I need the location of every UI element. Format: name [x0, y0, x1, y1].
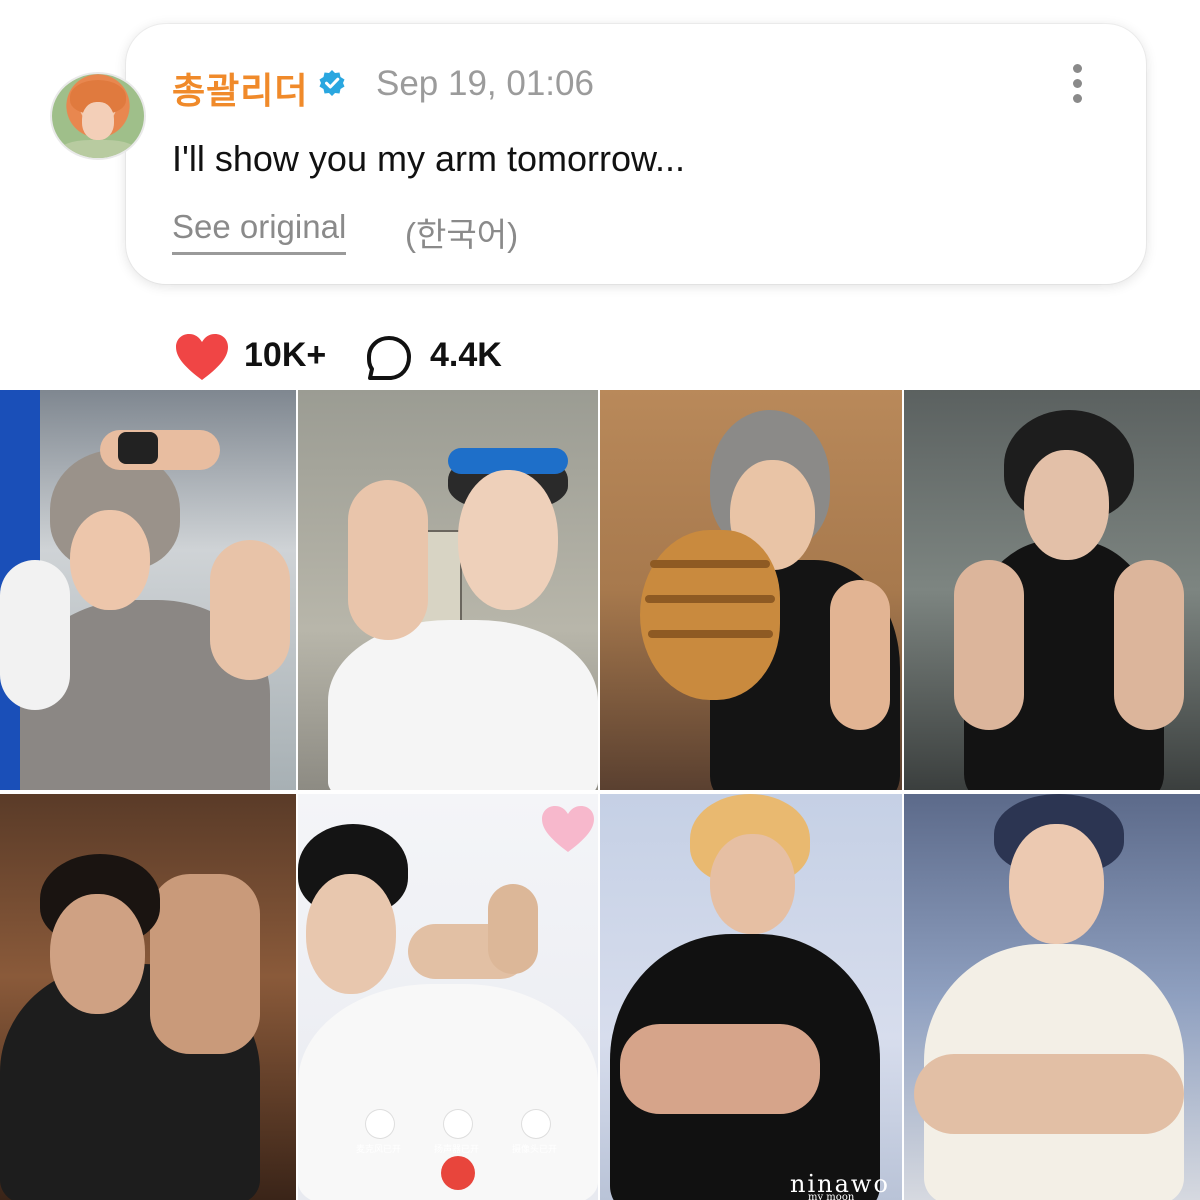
more-vertical-icon[interactable] [1066, 62, 1090, 106]
author-name[interactable]: 총괄리더 [172, 62, 308, 114]
photo-7[interactable]: ninawo my moon [600, 794, 902, 1200]
photo-4[interactable] [904, 390, 1200, 790]
photo-watermark-sub: my moon [808, 1192, 855, 1200]
avatar-shirt [58, 140, 138, 158]
photo-3[interactable] [600, 390, 902, 790]
photo-grid: 麦克风已开 扬声器已开 摄像头已开 ninawo my moon [0, 390, 1200, 1200]
avatar-face [82, 102, 114, 140]
verified-badge-icon [319, 70, 345, 96]
call-label: 麦克风已开 [356, 1144, 402, 1154]
heart-icon[interactable] [174, 332, 230, 382]
author-avatar[interactable] [50, 72, 146, 160]
like-count: 10K+ [244, 336, 327, 374]
post-timestamp: Sep 19, 01:06 [376, 64, 594, 103]
comment-count: 4.4K [430, 336, 502, 374]
see-original-link[interactable]: See original [172, 208, 347, 255]
call-label: 扬声器已开 [434, 1144, 480, 1154]
photo-5[interactable] [0, 794, 296, 1200]
photo-2[interactable] [298, 390, 598, 790]
comment-bubble-icon[interactable] [364, 333, 414, 383]
photo-1[interactable] [0, 390, 296, 790]
call-label: 摄像头已开 [512, 1144, 558, 1154]
photo-6[interactable]: 麦克风已开 扬声器已开 摄像头已开 [298, 794, 598, 1200]
post-text: I'll show you my arm tomorrow... [172, 138, 685, 179]
photo-8[interactable] [904, 794, 1200, 1200]
original-language: (한국어) [405, 216, 519, 253]
